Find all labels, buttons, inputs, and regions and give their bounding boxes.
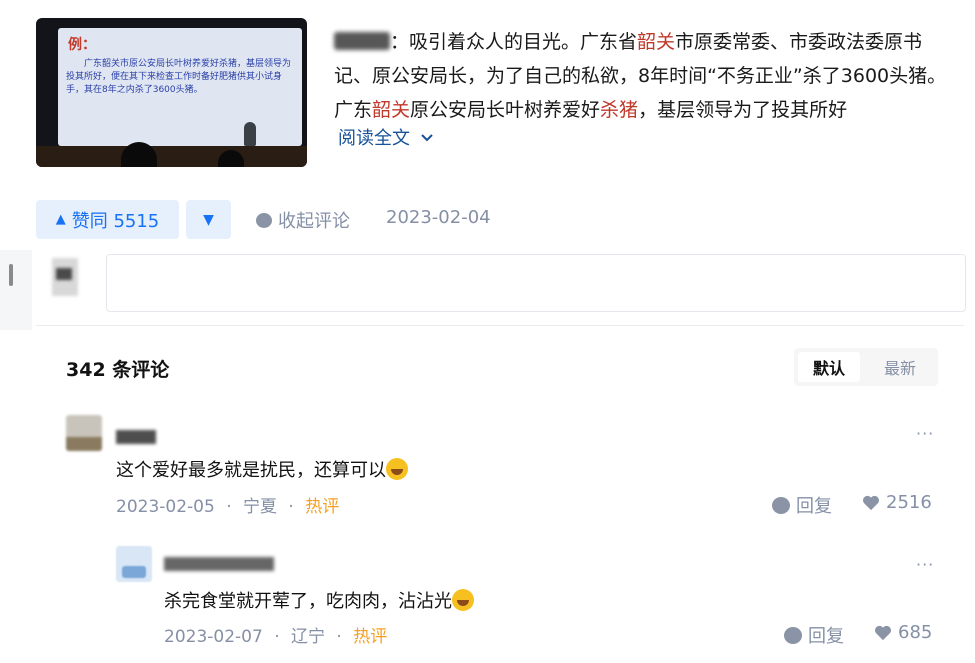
- more-options-icon[interactable]: ···: [916, 555, 934, 574]
- sort-latest-tab[interactable]: 最新: [866, 352, 934, 382]
- stage-floor: [36, 146, 307, 167]
- section-divider: [36, 325, 964, 326]
- comment-date: 2023-02-07: [164, 627, 263, 647]
- current-user-avatar: [52, 258, 78, 296]
- meta-separator: ·: [336, 627, 342, 647]
- chevron-down-icon: [421, 134, 433, 142]
- laughing-emoji-icon: [452, 589, 474, 611]
- upvote-button[interactable]: ▲ 赞同 5515: [36, 200, 179, 239]
- like-button[interactable]: 685: [874, 622, 932, 643]
- meta-separator: ·: [274, 627, 280, 647]
- scroll-handle[interactable]: [9, 264, 13, 286]
- more-options-icon[interactable]: ···: [916, 424, 934, 443]
- sort-default-tab[interactable]: 默认: [798, 352, 860, 382]
- down-arrow-icon: ▼: [203, 211, 214, 228]
- article-thumbnail[interactable]: 例： 广东韶关市原公安局长叶树养爱好杀猪，基层领导为投其所好，便在其下来检查工作…: [36, 18, 307, 167]
- comment-meta: 2023-02-05 · 宁夏 · 热评: [116, 492, 339, 517]
- comment-bubble-icon: [784, 626, 802, 644]
- meta-separator: ·: [288, 497, 294, 517]
- like-count: 2516: [886, 492, 932, 513]
- comment-body: 杀完食堂就开荤了，吃肉肉，沾沾光: [164, 591, 452, 612]
- username-blurred[interactable]: [116, 430, 156, 444]
- comment-text: 这个爱好最多就是扰民，还算可以: [116, 456, 408, 482]
- keyword-link[interactable]: 韶关: [372, 99, 410, 121]
- comment-bubble-icon: [256, 212, 272, 228]
- reply-label: 回复: [796, 496, 832, 517]
- comment-meta: 2023-02-07 · 辽宁 · 热评: [164, 622, 387, 647]
- left-edge-shade: [0, 250, 32, 330]
- heart-icon: [863, 495, 879, 510]
- upvote-label: 赞同 5515: [71, 210, 160, 232]
- projector-slide: 例： 广东韶关市原公安局长叶树养爱好杀猪，基层领导为投其所好，便在其下来检查工作…: [58, 28, 302, 146]
- read-more-label: 阅读全文: [338, 128, 410, 149]
- keyword-link[interactable]: 杀猪: [600, 99, 638, 121]
- reply-label: 回复: [808, 626, 844, 647]
- like-count: 685: [898, 622, 933, 643]
- keyword-link[interactable]: 韶关: [637, 31, 675, 53]
- reply-button[interactable]: 回复: [784, 622, 844, 648]
- comment-bubble-icon: [772, 496, 790, 514]
- comment-location: 辽宁: [291, 627, 326, 647]
- collapse-comments-button[interactable]: 收起评论: [256, 207, 350, 233]
- excerpt-text: ，基层领导为了投其所好: [638, 99, 848, 121]
- excerpt-text: 原公安局长叶树养爱好: [410, 99, 601, 121]
- comment-location: 宁夏: [243, 497, 278, 517]
- comment-count: 342 条评论: [66, 359, 170, 381]
- comment-text: 杀完食堂就开荤了，吃肉肉，沾沾光: [164, 587, 474, 613]
- collapse-comments-label: 收起评论: [278, 211, 350, 232]
- slide-title: 例：: [68, 37, 96, 53]
- speaker-figure: [244, 122, 256, 146]
- hot-comment-badge: 热评: [353, 627, 388, 647]
- article-excerpt[interactable]: ：吸引着众人的目光。广东省韶关市原委常委、市委政法委原书记、原公安局长，为了自己…: [334, 25, 954, 127]
- like-button[interactable]: 2516: [862, 492, 932, 513]
- avatar[interactable]: [66, 415, 102, 451]
- slide-text: 广东韶关市原公安局长叶树养爱好杀猪，基层领导为投其所好，便在其下来检查工作时备好…: [66, 59, 292, 95]
- heart-icon: [875, 625, 891, 640]
- excerpt-text: 吸引着众人的目光。广东省: [409, 31, 638, 53]
- laughing-emoji-icon: [386, 458, 408, 480]
- hot-comment-badge: 热评: [305, 497, 340, 517]
- excerpt-colon: ：: [390, 31, 410, 53]
- author-name-blurred: [334, 32, 390, 50]
- meta-separator: ·: [226, 497, 232, 517]
- comment-input[interactable]: [106, 254, 966, 312]
- post-date: 2023-02-04: [386, 207, 491, 228]
- username-blurred[interactable]: [164, 557, 274, 571]
- comment-body: 这个爱好最多就是扰民，还算可以: [116, 460, 386, 481]
- read-more-button[interactable]: 阅读全文: [338, 124, 434, 150]
- downvote-button[interactable]: ▼: [186, 200, 231, 239]
- up-arrow-icon: ▲: [55, 212, 66, 227]
- avatar[interactable]: [116, 546, 152, 582]
- reply-button[interactable]: 回复: [772, 492, 832, 518]
- comment-date: 2023-02-05: [116, 497, 215, 517]
